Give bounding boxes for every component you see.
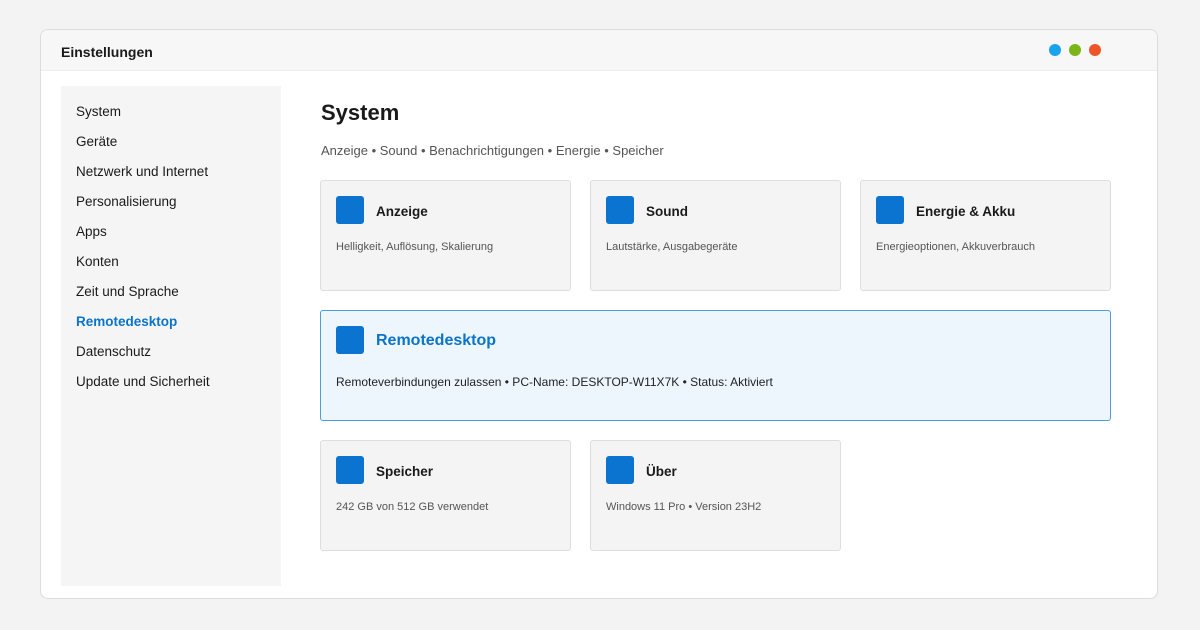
sidebar-item-remotedesktop[interactable]: Remotedesktop: [76, 314, 177, 330]
card-title: Energie & Akku: [916, 204, 1016, 219]
card-description: Helligkeit, Auflösung, Skalierung: [336, 241, 494, 253]
window-dot-red[interactable]: [1089, 44, 1101, 56]
sidebar-item-konten[interactable]: Konten: [76, 254, 119, 270]
settings-window: Einstellungen System Geräte Netzwerk und…: [40, 29, 1158, 599]
card-title: Speicher: [376, 464, 434, 479]
sidebar: System Geräte Netzwerk und Internet Pers…: [61, 86, 281, 586]
remote-desktop-icon: [336, 326, 364, 354]
sidebar-item-netzwerk[interactable]: Netzwerk und Internet: [76, 164, 208, 180]
battery-icon: [876, 196, 904, 224]
window-controls: [1049, 44, 1101, 56]
card-title: Anzeige: [376, 204, 428, 219]
card-title: Über: [646, 464, 677, 479]
sidebar-item-geraete[interactable]: Geräte: [76, 134, 117, 150]
info-icon: [606, 456, 634, 484]
display-icon: [336, 196, 364, 224]
card-title: Remotedesktop: [376, 332, 497, 349]
page-title: System: [321, 100, 400, 125]
card-sound[interactable]: Sound Lautstärke, Ausgabegeräte: [590, 180, 841, 291]
window-dot-green[interactable]: [1069, 44, 1081, 56]
storage-icon: [336, 456, 364, 484]
card-remotedesktop[interactable]: Remotedesktop Remoteverbindungen zulasse…: [320, 310, 1111, 421]
sidebar-item-zeit-sprache[interactable]: Zeit und Sprache: [76, 284, 179, 300]
breadcrumb: Anzeige • Sound • Benachrichtigungen • E…: [321, 143, 664, 158]
card-title: Sound: [646, 204, 688, 219]
card-energie-akku[interactable]: Energie & Akku Energieoptionen, Akkuverb…: [860, 180, 1111, 291]
sidebar-item-personalisierung[interactable]: Personalisierung: [76, 194, 177, 210]
card-description: 242 GB von 512 GB verwendet: [336, 501, 489, 513]
sidebar-item-apps[interactable]: Apps: [76, 224, 107, 240]
card-speicher[interactable]: Speicher 242 GB von 512 GB verwendet: [320, 440, 571, 551]
title-bar: Einstellungen: [41, 30, 1157, 71]
card-anzeige[interactable]: Anzeige Helligkeit, Auflösung, Skalierun…: [320, 180, 571, 291]
sidebar-item-update-sicherheit[interactable]: Update und Sicherheit: [76, 374, 210, 390]
card-description: Energieoptionen, Akkuverbrauch: [876, 241, 1035, 253]
sidebar-item-system[interactable]: System: [76, 104, 121, 120]
card-description: Remoteverbindungen zulassen • PC-Name: D…: [336, 375, 773, 389]
window-dot-blue[interactable]: [1049, 44, 1061, 56]
card-description: Windows 11 Pro • Version 23H2: [606, 501, 762, 513]
app-title: Einstellungen: [61, 44, 153, 60]
card-description: Lautstärke, Ausgabegeräte: [606, 241, 738, 253]
card-ueber[interactable]: Über Windows 11 Pro • Version 23H2: [590, 440, 841, 551]
sound-icon: [606, 196, 634, 224]
sidebar-item-datenschutz[interactable]: Datenschutz: [76, 344, 151, 360]
